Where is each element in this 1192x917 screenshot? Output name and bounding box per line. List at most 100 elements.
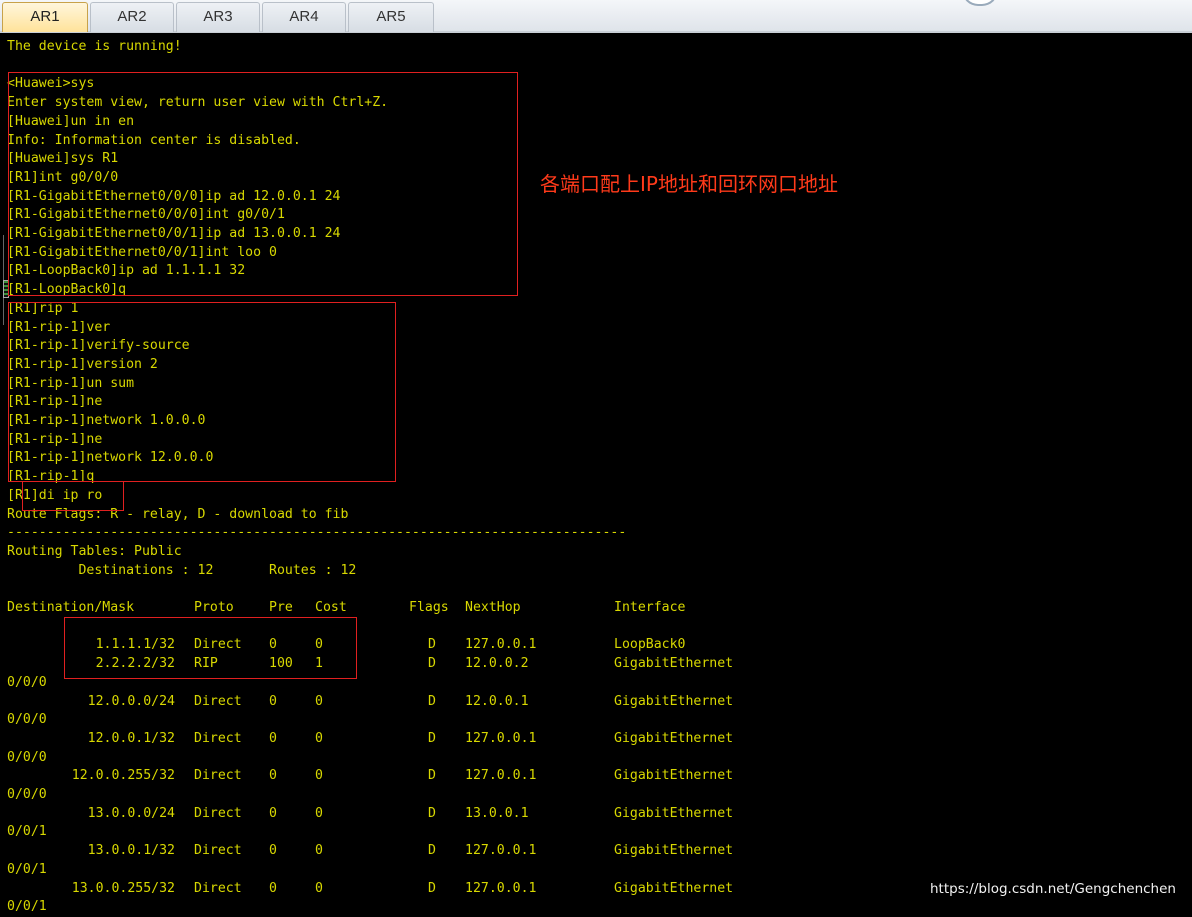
route-pre: 0 <box>269 693 277 709</box>
route-destination: 2.2.2.2/32 <box>95 656 175 672</box>
terminal-line: [R1-rip-1]network 12.0.0.0 <box>7 450 214 466</box>
tab-ar1[interactable]: AR1 <box>2 2 88 32</box>
route-interface: GigabitEthernet <box>614 656 734 672</box>
table-header-nexthop: NextHop <box>465 600 521 615</box>
annotation-note: 各端口配上IP地址和回环网口地址 <box>540 172 838 196</box>
route-flags: D <box>428 637 436 653</box>
route-flags: D <box>428 768 436 784</box>
terminal-line: The device is running! <box>7 39 182 54</box>
route-interface-continuation: 0/0/0 <box>7 787 47 802</box>
terminal-line: [R1-rip-1]network 1.0.0.0 <box>7 413 206 428</box>
route-pre: 100 <box>269 656 293 672</box>
route-flags: D <box>428 693 436 709</box>
route-flags: D <box>428 843 436 859</box>
table-header-cost: Cost <box>315 600 347 615</box>
tab-ar3[interactable]: AR3 <box>176 2 260 32</box>
route-pre: 0 <box>269 730 277 746</box>
route-cost: 0 <box>315 693 323 709</box>
route-interface-continuation: 0/0/0 <box>7 674 47 690</box>
route-flags: D <box>428 656 436 672</box>
terminal-line: [R1-LoopBack0]ip ad 1.1.1.1 32 <box>7 263 246 279</box>
route-interface: GigabitEthernet <box>614 693 734 709</box>
route-cost: 0 <box>315 768 323 784</box>
terminal-line: [R1-GigabitEthernet0/0/0]int g0/0/1 <box>7 207 285 223</box>
route-cost: 0 <box>315 637 323 653</box>
route-cost: 0 <box>315 805 323 821</box>
route-nexthop: 12.0.0.1 <box>465 693 529 709</box>
route-destination: 13.0.0.0/24 <box>87 805 175 821</box>
window-control-icon[interactable] <box>962 0 998 6</box>
tab-ar2[interactable]: AR2 <box>90 2 174 32</box>
route-nexthop: 127.0.0.1 <box>465 843 537 859</box>
terminal-line: ----------------------------------------… <box>7 525 627 541</box>
route-interface-continuation: 0/0/0 <box>7 749 47 765</box>
route-interface-continuation: 0/0/1 <box>7 824 47 840</box>
route-interface-continuation: 0/0/1 <box>7 899 47 915</box>
route-pre: 0 <box>269 805 277 821</box>
terminal-line: [R1]di ip ro <box>7 487 103 503</box>
route-proto: Direct <box>194 805 242 821</box>
watermark: https://blog.csdn.net/Gengchenchen <box>930 881 1176 897</box>
terminal-line: [Huawei]un in en <box>7 113 135 129</box>
tab-ar4[interactable]: AR4 <box>262 2 346 32</box>
route-interface: GigabitEthernet <box>614 730 734 746</box>
route-pre: 0 <box>269 637 277 653</box>
terminal-line: [R1-GigabitEthernet0/0/1]int loo 0 <box>7 244 277 260</box>
table-header-flags: Flags <box>409 600 449 615</box>
terminal-line: [R1-rip-1]ver <box>7 319 111 335</box>
route-nexthop: 127.0.0.1 <box>465 730 537 746</box>
terminal-line: <Huawei>sys <box>7 76 95 92</box>
route-destination: 1.1.1.1/32 <box>95 637 175 653</box>
terminal-line: [Huawei]sys R1 <box>7 151 119 167</box>
terminal-line: [R1]rip 1 <box>7 300 79 316</box>
terminal-line: Routing Tables: Public <box>7 543 182 559</box>
route-proto: RIP <box>194 656 218 672</box>
terminal-line: [R1-GigabitEthernet0/0/1]ip ad 13.0.0.1 … <box>7 226 341 241</box>
terminal-line: [R1-rip-1]version 2 <box>7 356 158 372</box>
route-destination: 12.0.0.255/32 <box>71 768 175 784</box>
route-nexthop: 127.0.0.1 <box>465 768 537 784</box>
table-header-interface: Interface <box>614 600 686 615</box>
route-nexthop: 13.0.0.1 <box>465 805 529 821</box>
terminal-line: [R1-rip-1]ne <box>7 394 103 410</box>
route-proto: Direct <box>194 637 242 653</box>
route-pre: 0 <box>269 768 277 784</box>
device-tab-bar: AR1 AR2 AR3 AR4 AR5 <box>0 0 1192 33</box>
route-destination: 13.0.0.255/32 <box>71 880 175 896</box>
route-proto: Direct <box>194 693 242 709</box>
route-pre: 0 <box>269 843 277 859</box>
terminal-line: [R1-rip-1]ne <box>7 431 103 447</box>
table-header-destination: Destination/Mask <box>7 600 135 615</box>
route-nexthop: 12.0.0.2 <box>465 656 529 672</box>
terminal-line: Route Flags: R - relay, D - download to … <box>7 506 349 522</box>
route-cost: 0 <box>315 730 323 746</box>
tab-ar5[interactable]: AR5 <box>348 2 434 32</box>
terminal-console[interactable]: The device is running! <Huawei>sys Enter s… <box>0 35 1192 914</box>
route-proto: Direct <box>194 768 242 784</box>
route-flags: D <box>428 805 436 821</box>
route-interface: GigabitEthernet <box>614 843 734 859</box>
route-interface: GigabitEthernet <box>614 880 734 896</box>
route-destination: 13.0.0.1/32 <box>87 843 175 859</box>
terminal-line: [R1-GigabitEthernet0/0/0]ip ad 12.0.0.1 … <box>7 188 341 204</box>
terminal-line: [R1-LoopBack0]q <box>7 282 127 298</box>
scroll-grip-icon[interactable] <box>3 280 9 298</box>
table-header-proto: Proto <box>194 600 234 615</box>
route-nexthop: 127.0.0.1 <box>465 637 537 653</box>
route-nexthop: 127.0.0.1 <box>465 880 537 896</box>
terminal-line: Enter system view, return user view with… <box>7 95 389 111</box>
terminal-line: Info: Information center is disabled. <box>7 132 301 148</box>
terminal-line: [R1]int g0/0/0 <box>7 169 119 185</box>
route-flags: D <box>428 880 436 896</box>
route-flags: D <box>428 730 436 746</box>
route-cost: 0 <box>315 843 323 859</box>
table-header-pre: Pre <box>269 600 293 615</box>
route-cost: 0 <box>315 880 323 896</box>
route-interface: GigabitEthernet <box>614 805 734 821</box>
route-cost: 1 <box>315 656 323 672</box>
route-interface-continuation: 0/0/0 <box>7 712 47 728</box>
route-proto: Direct <box>194 843 242 859</box>
route-interface-continuation: 0/0/1 <box>7 861 47 877</box>
terminal-line: [R1-rip-1]un sum <box>7 375 135 391</box>
terminal-line: [R1-rip-1]verify-source <box>7 338 190 354</box>
